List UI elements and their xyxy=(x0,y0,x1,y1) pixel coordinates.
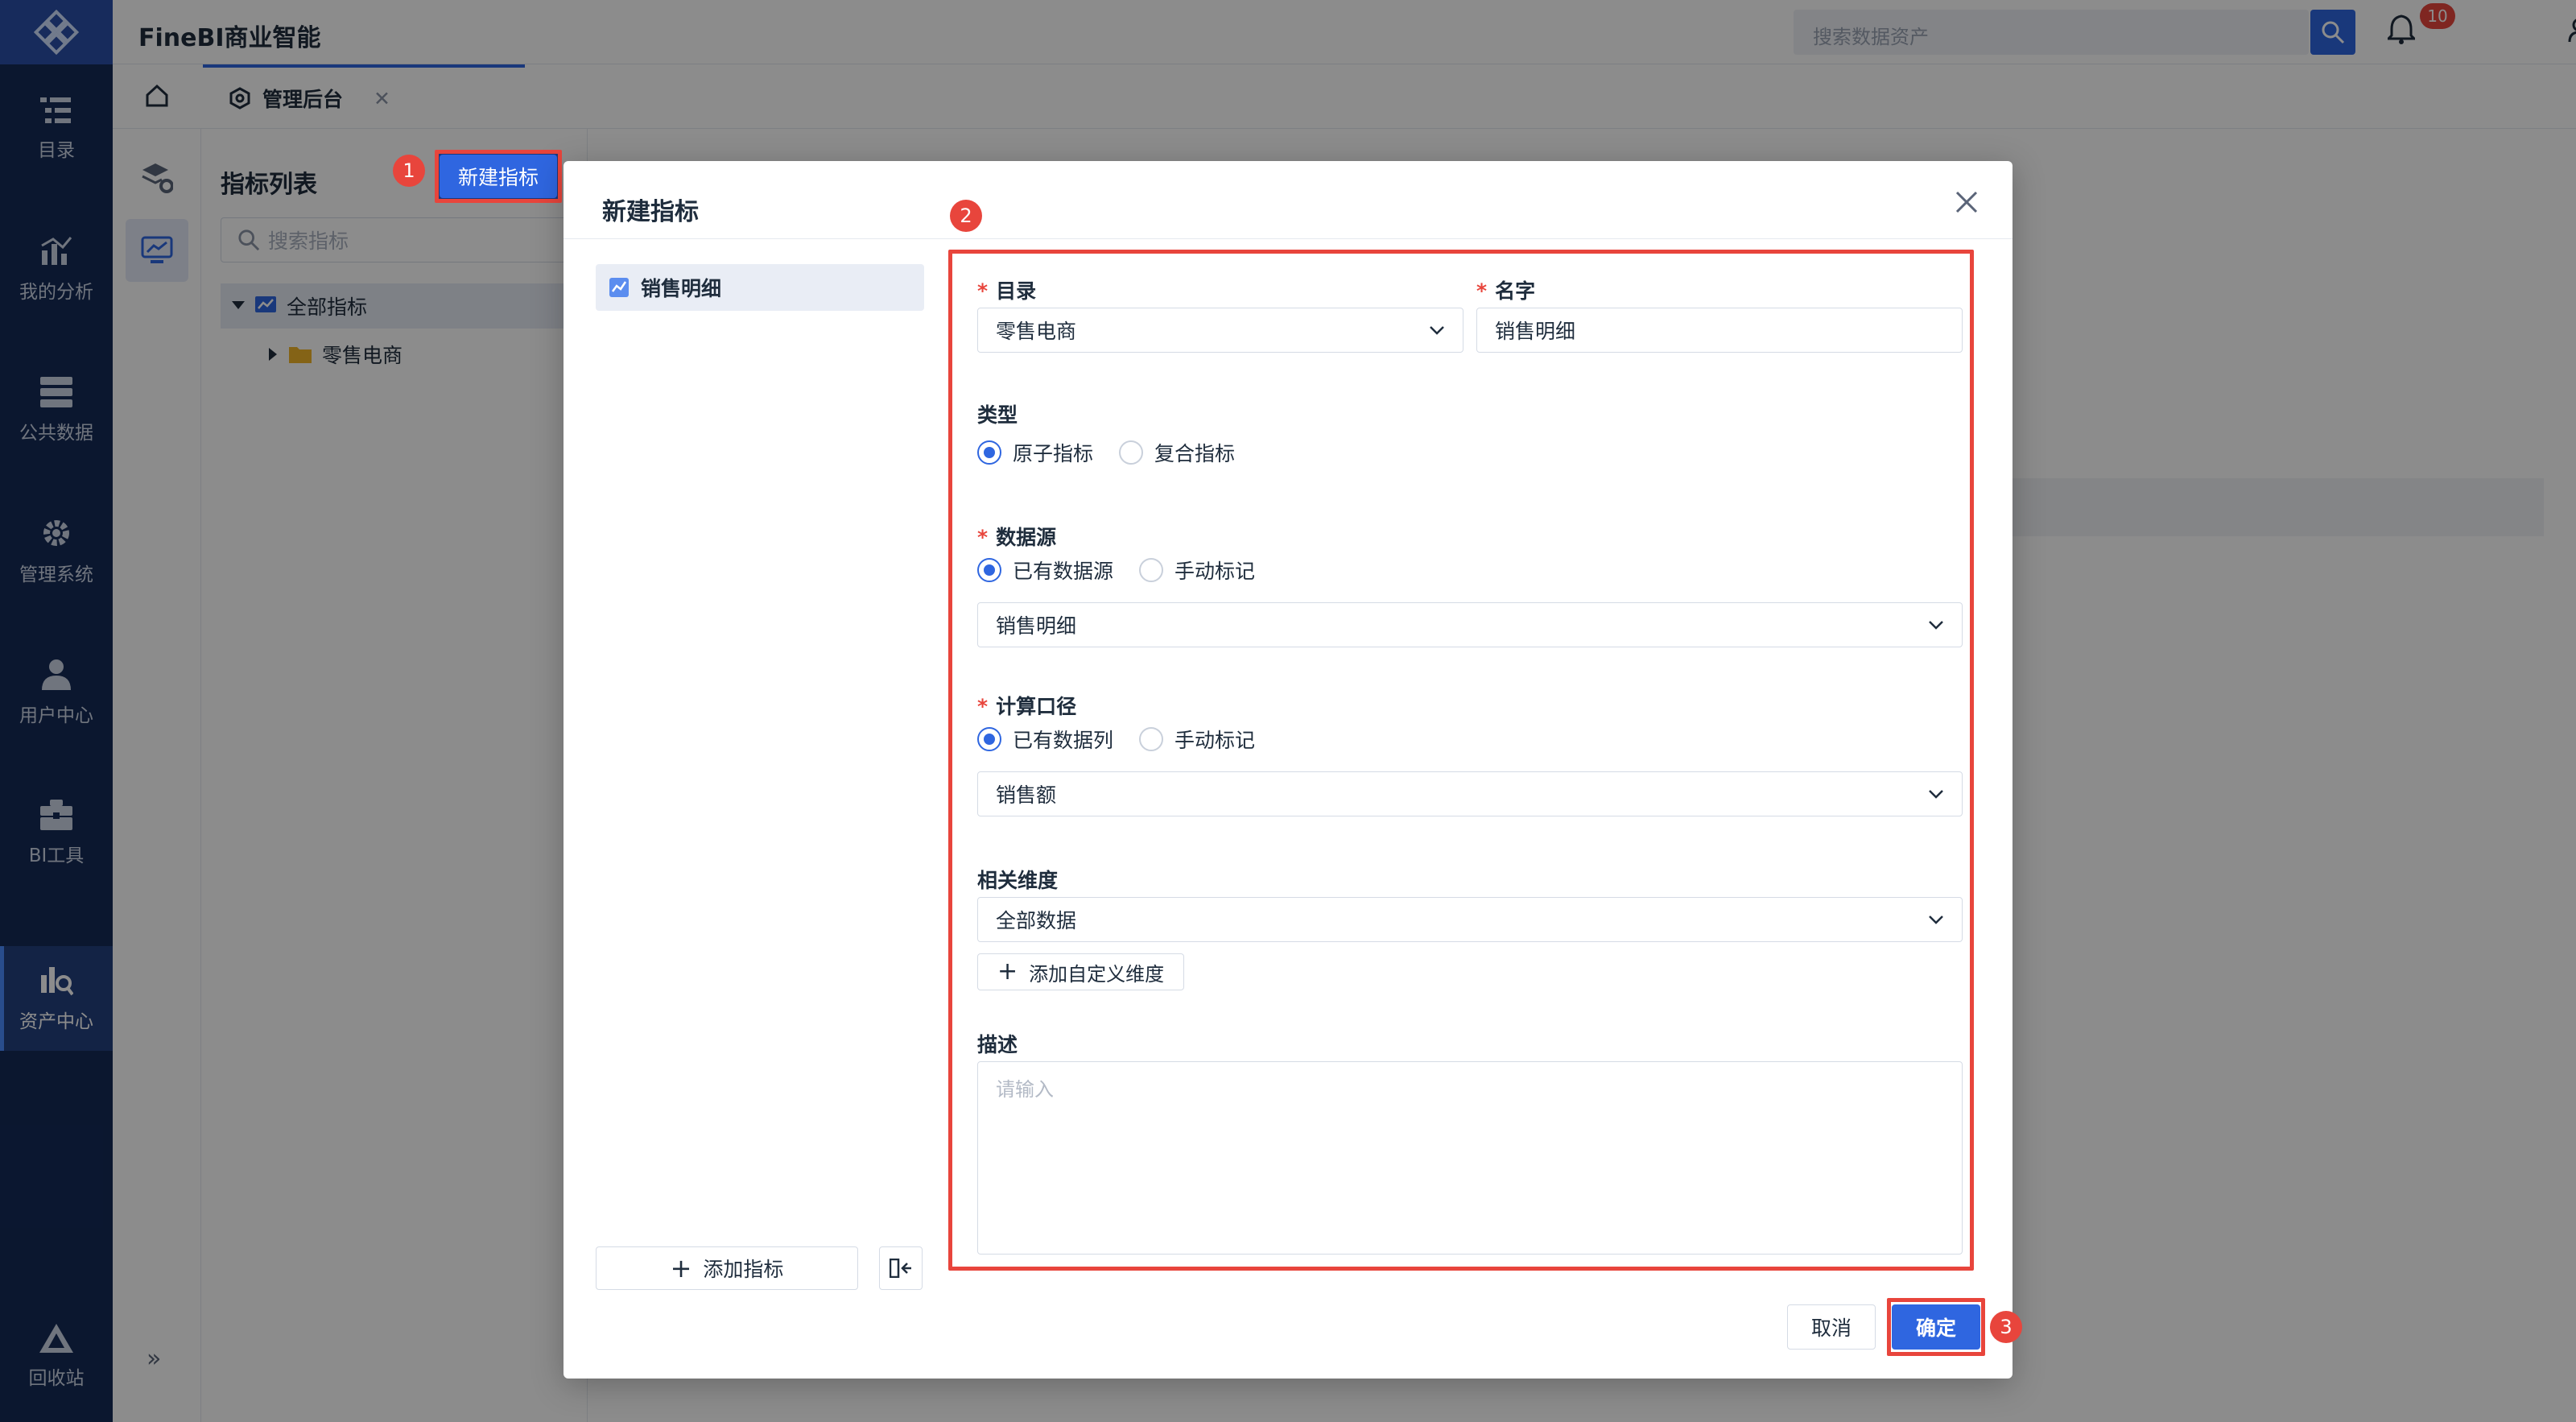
catalog-select[interactable]: 零售电商 xyxy=(977,308,1463,353)
metric-icon xyxy=(609,278,629,297)
source-value: 销售明细 xyxy=(996,614,1077,638)
plus-icon: + xyxy=(670,1253,692,1284)
type-radio-group: 原子指标 复合指标 xyxy=(977,438,1261,467)
calc-label: * 计算口径 xyxy=(977,695,1077,718)
type-label: 类型 xyxy=(977,403,1018,427)
metric-form: * 目录 零售电商 * 名字 销售明细 类型 原子指标 复合指标 * 数据源 已有数据… xyxy=(950,251,1972,1269)
chevron-down-icon xyxy=(1929,621,1943,630)
chevron-down-icon xyxy=(1929,916,1943,924)
chevron-down-icon xyxy=(1430,326,1444,335)
calc-option-manual[interactable]: 手动标记 xyxy=(1139,725,1255,754)
metric-item-label: 销售明细 xyxy=(641,277,722,300)
calc-radio-group: 已有数据列 手动标记 xyxy=(977,725,1281,754)
name-input[interactable]: 销售明细 xyxy=(1476,308,1963,353)
dialog-divider xyxy=(564,238,2013,239)
new-metric-dialog: 新建指标 销售明细 + 添加指标 2 * 目录 零售电商 * 名字 销售明细 类型 … xyxy=(564,161,2022,1379)
radio-unchecked xyxy=(1139,558,1164,582)
source-select[interactable]: 销售明细 xyxy=(977,602,1963,647)
add-metric-button[interactable]: + 添加指标 xyxy=(596,1246,858,1290)
new-metric-button-highlighted[interactable]: 新建指标 xyxy=(440,155,557,198)
type-option-atomic[interactable]: 原子指标 xyxy=(977,438,1093,467)
cancel-button[interactable]: 取消 xyxy=(1787,1304,1876,1350)
radio-unchecked xyxy=(1119,440,1144,465)
dimension-value: 全部数据 xyxy=(996,909,1077,932)
metric-item-list: 销售明细 xyxy=(596,264,926,311)
name-label: * 名字 xyxy=(1476,279,1536,303)
step-marker-2: 2 xyxy=(950,200,982,232)
plus-icon: + xyxy=(997,957,1018,986)
step-marker-1: 1 xyxy=(393,155,425,187)
collapse-panel-button[interactable] xyxy=(879,1246,923,1290)
calc-option-existing[interactable]: 已有数据列 xyxy=(977,725,1113,754)
dialog-title: 新建指标 xyxy=(602,198,699,226)
source-label: * 数据源 xyxy=(977,526,1057,549)
confirm-button[interactable]: 确定 xyxy=(1892,1304,1980,1350)
close-icon xyxy=(1955,191,1978,213)
calc-select[interactable]: 销售额 xyxy=(977,771,1963,816)
description-textarea[interactable]: 请输入 xyxy=(977,1061,1963,1255)
collapse-panel-icon xyxy=(890,1259,911,1278)
catalog-label: * 目录 xyxy=(977,279,1037,303)
radio-checked xyxy=(977,440,1001,465)
dialog-close-button[interactable] xyxy=(1955,190,1979,214)
source-radio-group: 已有数据源 手动标记 xyxy=(977,556,1281,585)
dimension-label: 相关维度 xyxy=(977,869,1059,892)
radio-unchecked xyxy=(1139,727,1164,751)
calc-value: 销售额 xyxy=(996,783,1057,807)
add-custom-dimension-button[interactable]: + 添加自定义维度 xyxy=(977,953,1185,990)
metric-item[interactable]: 销售明细 xyxy=(596,264,924,311)
dimension-select[interactable]: 全部数据 xyxy=(977,897,1963,942)
radio-checked xyxy=(977,727,1001,751)
source-option-manual[interactable]: 手动标记 xyxy=(1139,556,1255,585)
type-option-composite[interactable]: 复合指标 xyxy=(1119,438,1235,467)
step-marker-3: 3 xyxy=(1990,1311,2022,1343)
description-label: 描述 xyxy=(977,1033,1018,1056)
add-dimension-label: 添加自定义维度 xyxy=(1029,962,1165,986)
catalog-value: 零售电商 xyxy=(996,320,1077,343)
name-value: 销售明细 xyxy=(1495,320,1576,343)
radio-checked xyxy=(977,558,1001,582)
chevron-down-icon xyxy=(1929,790,1943,799)
source-option-existing[interactable]: 已有数据源 xyxy=(977,556,1113,585)
add-metric-label: 添加指标 xyxy=(703,1258,784,1281)
